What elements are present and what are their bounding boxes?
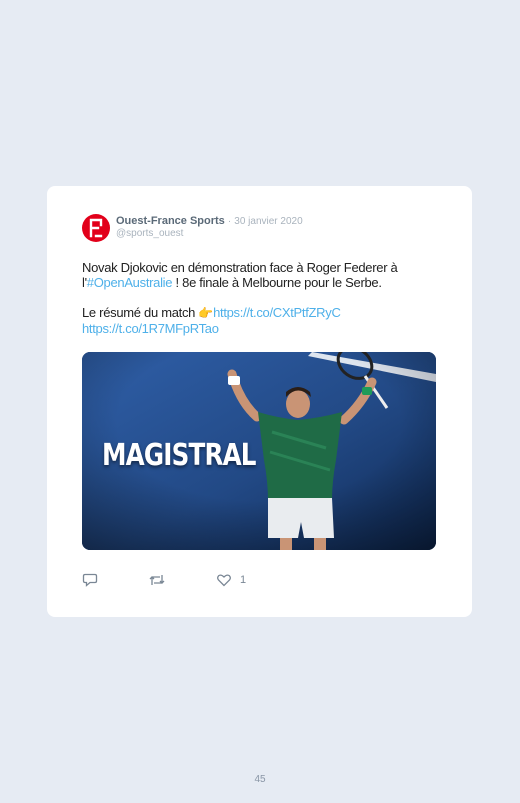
url-link-2[interactable]: https://t.co/1R7MFpRTao [82,321,219,336]
ouest-france-logo [89,218,103,238]
tweet-actions: 1 [82,572,282,588]
tweet-text-part: ! 8e finale à Melbourne pour le Serbe. [172,275,382,290]
url-link-1[interactable]: https://t.co/CXtPtfZRyC [213,305,341,320]
summary-label: Le résumé du match [82,305,199,320]
retweet-button[interactable] [148,572,166,588]
like-count: 1 [240,574,247,586]
tweet-header: Ouest-France Sports · 30 janvier 2020 [116,214,303,229]
tweet-paragraph-1: Novak Djokovic en démonstration face à R… [82,260,442,290]
tweet-date[interactable]: 30 janvier 2020 [234,216,302,227]
tweet-text: Novak Djokovic en démonstration face à R… [82,260,442,336]
author-name[interactable]: Ouest-France Sports [116,215,225,227]
pointing-hand-emoji: 👉 [198,306,214,320]
tweet-paragraph-2: Le résumé du match 👉https://t.co/CXtPtfZ… [82,305,442,336]
page-number: 45 [254,774,266,785]
tweet-card: Ouest-France Sports · 30 janvier 2020 @s… [47,186,472,617]
heart-icon [217,574,231,587]
retweet-icon [149,575,165,585]
avatar[interactable] [82,214,110,242]
header-separator: · [227,216,232,227]
like-button[interactable]: 1 [216,572,246,588]
tweet-media[interactable]: MAGISTRAL [82,352,436,550]
media-overlay-text: MAGISTRAL [102,438,256,473]
author-handle[interactable]: @sports_ouest [116,228,183,239]
reply-button[interactable] [82,572,98,588]
hashtag-link[interactable]: #OpenAustralie [87,275,173,290]
reply-icon [82,573,98,587]
